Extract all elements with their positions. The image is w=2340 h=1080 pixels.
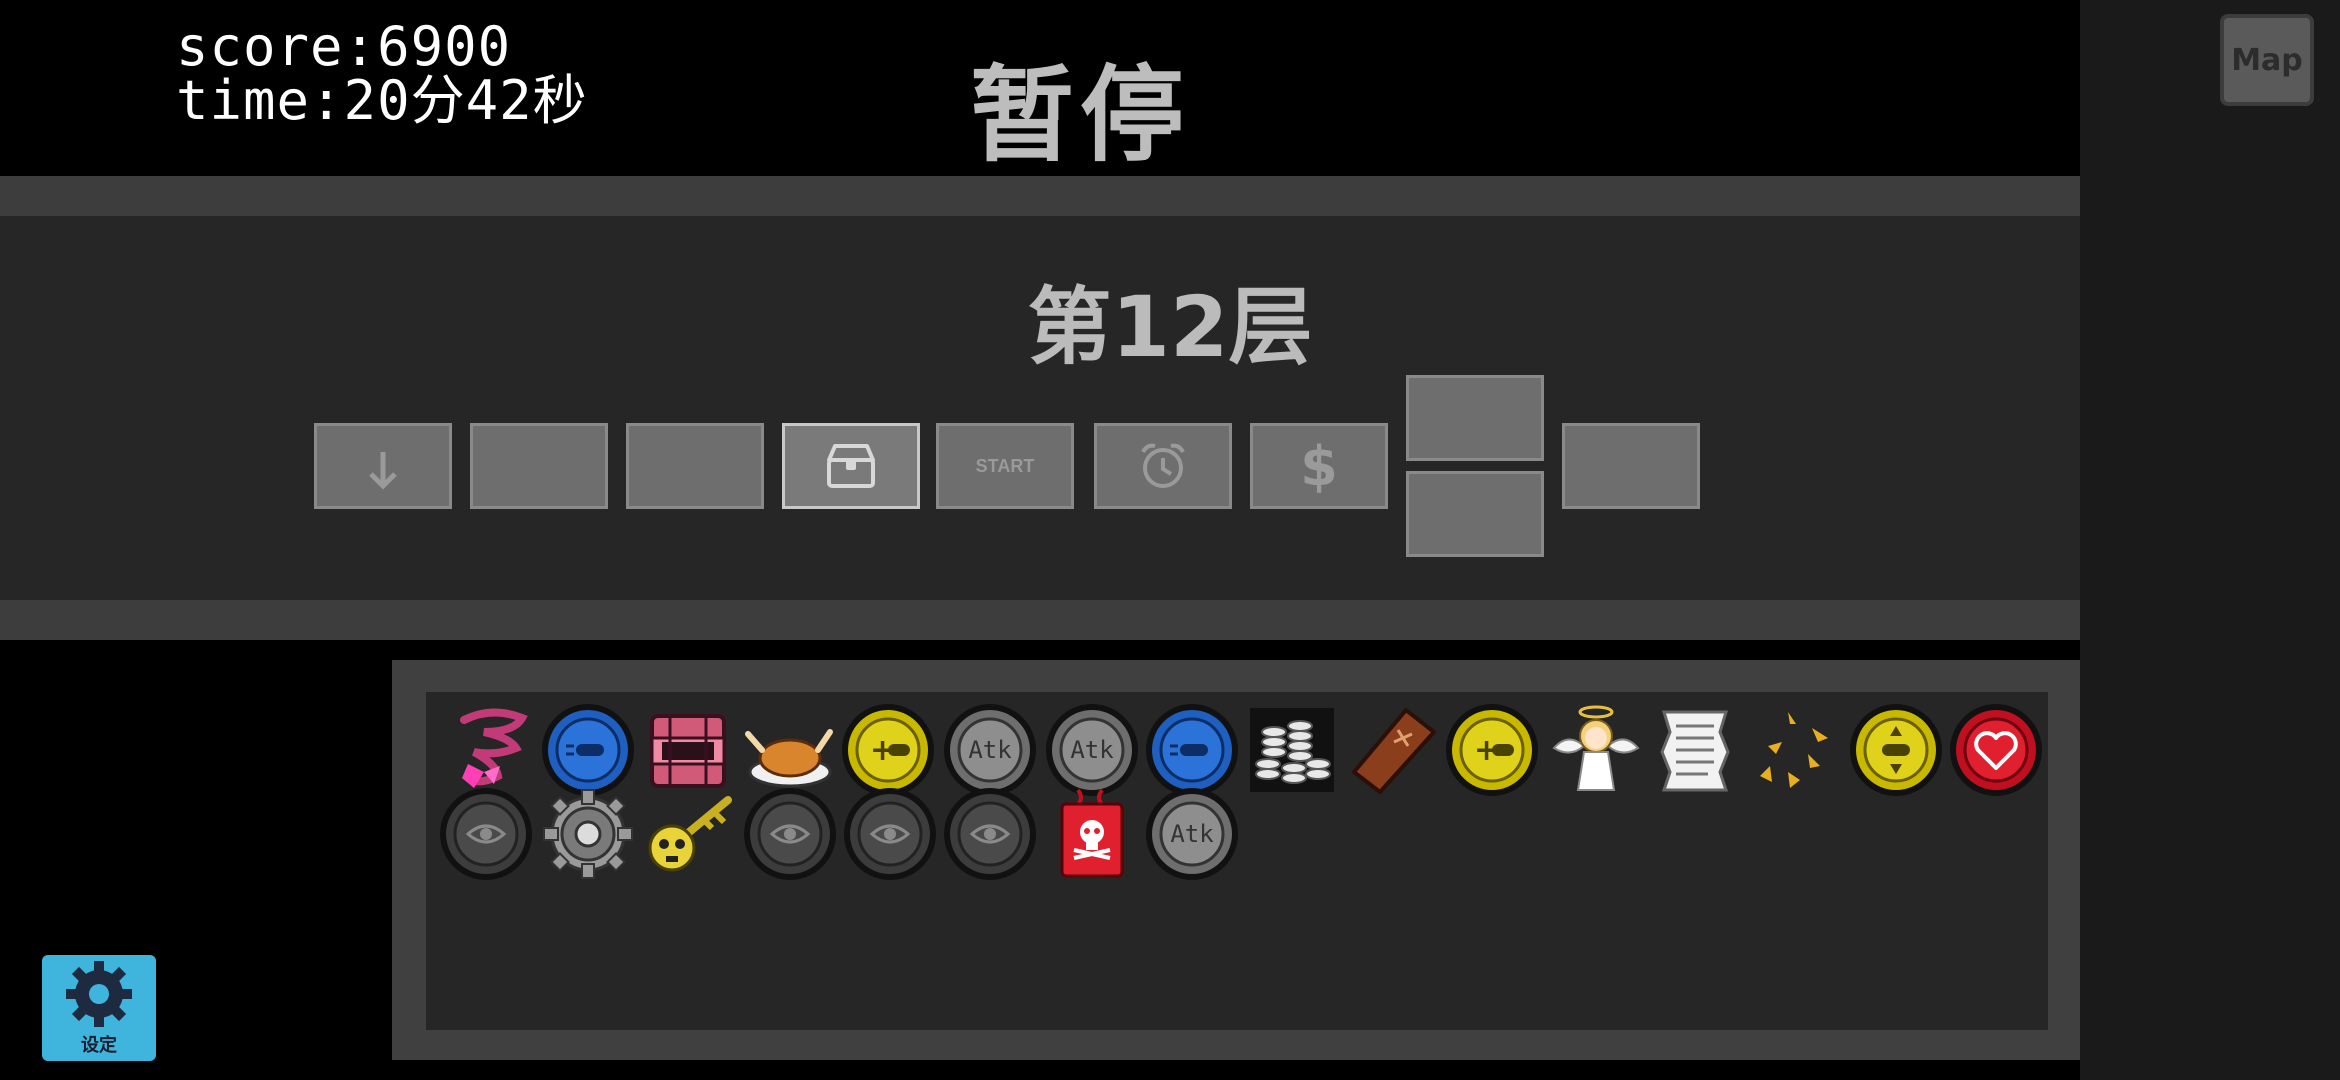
atk-coin-icon[interactable]: Atk xyxy=(1144,786,1240,882)
start-room-label: START xyxy=(975,455,1035,476)
map-button-label: Map xyxy=(2231,42,2303,78)
gear-icon xyxy=(66,961,132,1027)
floor-band-top xyxy=(0,176,2080,216)
down-arrow-icon xyxy=(369,452,397,490)
roast-chicken-icon[interactable] xyxy=(740,702,836,798)
room-tile-1[interactable] xyxy=(314,423,452,509)
scroll-icon[interactable] xyxy=(1648,702,1744,798)
angel-icon[interactable] xyxy=(1548,702,1644,798)
room-tile-6[interactable] xyxy=(1094,423,1232,509)
floor-band-bottom xyxy=(0,600,2080,640)
eye-coin-icon[interactable] xyxy=(942,786,1038,882)
blue-bullet-coin-icon[interactable] xyxy=(1144,702,1240,798)
treasure-chest-icon xyxy=(827,444,875,488)
room-tile-3[interactable] xyxy=(626,423,764,509)
skull-key-icon[interactable] xyxy=(642,786,738,882)
room-tile-2[interactable] xyxy=(470,423,608,509)
room-tile-current[interactable] xyxy=(782,423,920,509)
pink-butterfly-tornado-icon[interactable] xyxy=(444,702,540,798)
yellow-arrows-coin-icon[interactable] xyxy=(1848,702,1944,798)
red-heart-coin-icon[interactable] xyxy=(1948,702,2044,798)
poison-bag-icon[interactable] xyxy=(1044,786,1140,882)
room-tile-10[interactable] xyxy=(1562,423,1700,509)
room-tile-8[interactable] xyxy=(1406,375,1544,461)
sparks-icon[interactable] xyxy=(1748,702,1844,798)
score-text: score:6900 xyxy=(176,15,512,78)
coffin-icon[interactable] xyxy=(1346,702,1442,798)
alarm-clock-icon xyxy=(1141,443,1185,488)
gear-icon[interactable] xyxy=(540,786,636,882)
room-tile-7[interactable]: $ xyxy=(1250,423,1388,509)
eye-coin-icon[interactable] xyxy=(438,786,534,882)
svg-text:Atk: Atk xyxy=(1070,736,1114,764)
eye-coin-icon[interactable] xyxy=(742,786,838,882)
dollar-icon: $ xyxy=(1300,434,1338,498)
settings-button[interactable]: 设定 xyxy=(42,955,156,1061)
svg-text:Atk: Atk xyxy=(968,736,1012,764)
blue-bullet-coin-icon[interactable] xyxy=(540,702,636,798)
floor-title: 第12层 xyxy=(1027,278,1313,376)
right-side-panel xyxy=(2080,0,2340,1080)
pink-chest-icon[interactable] xyxy=(640,702,736,798)
yellow-plus-coin-icon[interactable]: + xyxy=(840,702,936,798)
map-button[interactable]: Map xyxy=(2220,14,2314,106)
pause-title: 暂停 xyxy=(969,54,1190,176)
coin-stacks-icon[interactable] xyxy=(1244,702,1340,798)
svg-text:Atk: Atk xyxy=(1170,820,1214,848)
time-text: time:20分42秒 xyxy=(176,69,588,132)
atk-coin-icon[interactable]: Atk xyxy=(1044,702,1140,798)
room-tile-start[interactable]: START xyxy=(936,423,1074,509)
settings-label: 设定 xyxy=(81,1035,117,1056)
atk-coin-icon[interactable]: Atk xyxy=(942,702,1038,798)
eye-coin-icon[interactable] xyxy=(842,786,938,882)
room-tile-9[interactable] xyxy=(1406,471,1544,557)
yellow-plus-coin-icon[interactable]: + xyxy=(1444,702,1540,798)
